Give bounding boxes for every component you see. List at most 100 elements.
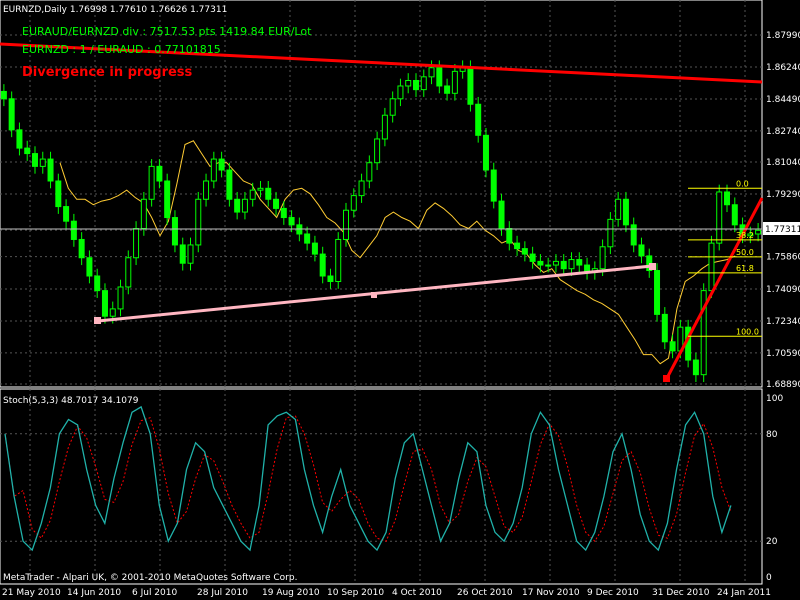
candle-body bbox=[31, 153, 38, 167]
overlay-warning: Divergence in progress bbox=[22, 65, 193, 80]
candle-body bbox=[552, 260, 559, 266]
candle-body bbox=[164, 180, 171, 219]
price-tick-label: 1.70590 bbox=[766, 349, 800, 359]
candle-body bbox=[622, 198, 629, 226]
fib-level-label: 50.0 bbox=[736, 248, 754, 257]
candle-body bbox=[0, 90, 7, 100]
rising-trendline-handle[interactable] bbox=[663, 375, 670, 382]
candle-body bbox=[366, 162, 373, 182]
lower-trendline-handle-right[interactable] bbox=[649, 263, 656, 270]
candle-body bbox=[343, 209, 350, 240]
lower-trendline-handle-mid[interactable] bbox=[371, 292, 377, 298]
candle-body bbox=[537, 260, 544, 266]
candle-body bbox=[630, 224, 637, 246]
candle-body bbox=[514, 242, 521, 250]
candle-body bbox=[490, 169, 497, 202]
date-tick-label: 14 Jun 2010 bbox=[67, 588, 121, 598]
price-tick-label: 1.74090 bbox=[766, 285, 800, 295]
current-price-label: 1.77311 bbox=[765, 225, 800, 235]
overlay-ratio: EURNZD : 1 / EURAUD : 0.77101815 bbox=[22, 43, 221, 56]
candle-body bbox=[179, 244, 186, 264]
candle-body bbox=[304, 233, 311, 244]
candle-body bbox=[599, 246, 606, 270]
candle-body bbox=[319, 253, 326, 277]
candle-body bbox=[101, 290, 108, 317]
candle-body bbox=[545, 264, 552, 267]
stoch-header: Stoch(5,3,3) 48.7017 34.1079 bbox=[3, 396, 139, 406]
candle-body bbox=[210, 158, 217, 182]
candle-body bbox=[39, 158, 46, 167]
candle-body bbox=[140, 198, 147, 230]
fib-level-label: 100.0 bbox=[736, 327, 759, 336]
candle-body bbox=[8, 98, 15, 131]
candle-body bbox=[724, 191, 731, 206]
stoch-tick-label: 20 bbox=[766, 537, 778, 547]
candle-body bbox=[708, 242, 715, 292]
candle-body bbox=[389, 98, 396, 116]
candle-body bbox=[311, 242, 318, 255]
price-tick-label: 1.79290 bbox=[766, 190, 800, 200]
candle-body bbox=[335, 238, 342, 282]
stoch-tick-label: 100 bbox=[766, 394, 783, 404]
candle-body bbox=[125, 257, 132, 288]
candle-body bbox=[654, 270, 661, 315]
stoch-tick-label: 0 bbox=[766, 573, 772, 583]
price-tick-label: 1.87990 bbox=[766, 31, 800, 41]
price-tick-label: 1.81040 bbox=[766, 158, 800, 168]
candle-body bbox=[55, 180, 62, 208]
candle-body bbox=[467, 67, 474, 105]
candle-body bbox=[560, 260, 567, 270]
candle-body bbox=[521, 248, 528, 255]
candle-body bbox=[350, 195, 357, 211]
candle-body bbox=[755, 229, 762, 235]
overlay-divergence-points: EURAUD/EURNZD div : 7517.53 pts 1419.84 … bbox=[22, 25, 312, 38]
candle-body bbox=[731, 204, 738, 226]
candle-body bbox=[273, 198, 280, 209]
candle-body bbox=[669, 341, 676, 352]
candle-body bbox=[638, 244, 645, 257]
candle-body bbox=[397, 85, 404, 100]
candle-body bbox=[94, 275, 101, 292]
date-tick-label: 10 Sep 2010 bbox=[327, 588, 384, 598]
symbol-header: EURNZD,Daily 1.76998 1.77610 1.76626 1.7… bbox=[3, 5, 227, 15]
candle-body bbox=[692, 359, 699, 376]
candle-body bbox=[482, 134, 489, 171]
candle-body bbox=[451, 70, 458, 94]
candle-body bbox=[607, 218, 614, 248]
candle-body bbox=[615, 198, 622, 220]
candle-body bbox=[156, 165, 163, 182]
candle-body bbox=[195, 198, 202, 246]
price-tick-label: 1.84490 bbox=[766, 95, 800, 105]
candle-body bbox=[716, 191, 723, 244]
candle-body bbox=[529, 253, 536, 262]
candle-body bbox=[475, 103, 482, 136]
candle-body bbox=[249, 189, 256, 200]
candle-body bbox=[148, 165, 155, 200]
candle-body bbox=[381, 114, 388, 140]
candle-body bbox=[203, 180, 210, 200]
candle-body bbox=[412, 79, 419, 91]
candle-body bbox=[374, 138, 381, 164]
candle-body bbox=[358, 180, 365, 197]
fib-level-label: 0.0 bbox=[736, 179, 749, 188]
candle-body bbox=[109, 308, 116, 317]
price-tick-label: 1.82740 bbox=[766, 127, 800, 137]
price-tick-label: 1.68890 bbox=[766, 380, 800, 390]
date-tick-label: 24 Jan 2011 bbox=[717, 588, 771, 598]
candle-body bbox=[234, 198, 241, 213]
candle-body bbox=[436, 67, 443, 87]
fib-level-label: 38.2 bbox=[736, 231, 754, 240]
chart-canvas: 0.0 38.2 50.0 61.8 100.0 1.77311 1.87990 1.86… bbox=[0, 0, 800, 600]
date-tick-label: 26 Oct 2010 bbox=[457, 588, 513, 598]
date-tick-label: 4 Oct 2010 bbox=[392, 588, 442, 598]
candle-body bbox=[24, 147, 31, 155]
date-tick-label: 28 Jul 2010 bbox=[197, 588, 248, 598]
lower-trendline-handle-left[interactable] bbox=[94, 317, 101, 324]
price-tick-label: 1.75860 bbox=[766, 253, 800, 263]
date-tick-label: 19 Aug 2010 bbox=[262, 588, 320, 598]
candle-body bbox=[576, 259, 583, 266]
stoch-tick-label: 80 bbox=[766, 430, 778, 440]
candle-body bbox=[265, 187, 272, 200]
candle-body bbox=[405, 79, 412, 87]
candle-body bbox=[327, 275, 334, 282]
